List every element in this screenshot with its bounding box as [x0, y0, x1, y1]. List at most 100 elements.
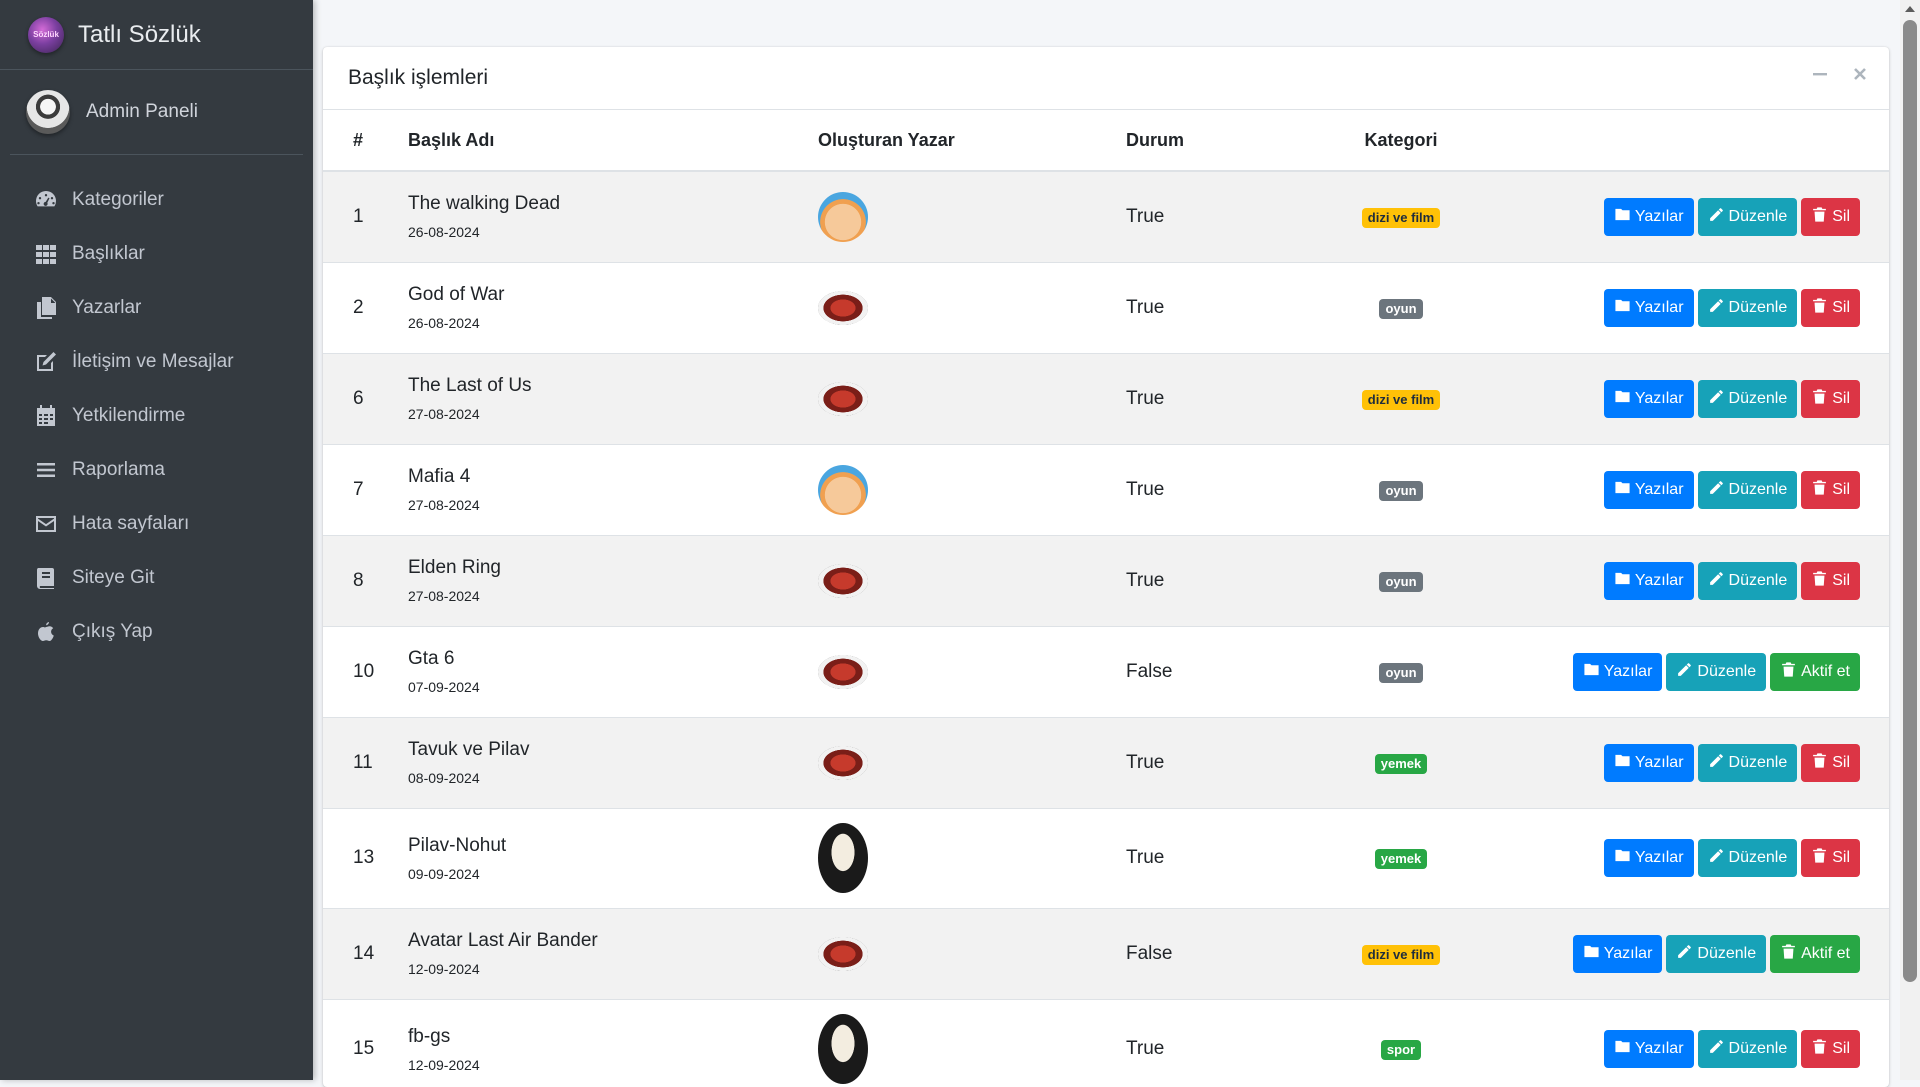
col-header-status: Durum [1126, 110, 1331, 172]
sidebar-item-yazarlar[interactable]: Yazarlar [0, 281, 313, 335]
posts-button[interactable]: Yazılar [1572, 652, 1663, 691]
row-date: 27-08-2024 [408, 406, 480, 422]
titles-table: # Başlık Adı Oluşturan Yazar Durum Kateg… [323, 110, 1889, 1087]
user-panel[interactable]: Admin Paneli [10, 70, 303, 155]
close-icon[interactable] [1851, 65, 1869, 83]
sidebar-item-yetkilendirme[interactable]: Yetkilendirme [0, 389, 313, 443]
row-author-cell [818, 998, 1126, 1087]
trash-icon [1811, 752, 1828, 774]
posts-button[interactable]: Yazılar [1572, 934, 1663, 973]
delete-button[interactable]: Sil [1801, 379, 1860, 418]
pencil-icon [1708, 570, 1725, 592]
delete-button[interactable]: Sil [1801, 561, 1860, 600]
posts-button[interactable]: Yazılar [1603, 197, 1694, 236]
row-status: True [1126, 170, 1331, 262]
sidebar: Sözlük Tatlı Sözlük Admin Paneli Kategor… [0, 0, 313, 1080]
trash-icon [1811, 847, 1828, 869]
delete-button[interactable]: Sil [1801, 197, 1860, 236]
edit-icon [34, 350, 58, 374]
edit-button[interactable]: Düzenle [1697, 561, 1798, 600]
table-row: 13 Pilav-Nohut 09-09-2024 True yemek Yazılar D… [323, 807, 1889, 908]
edit-button[interactable]: Düzenle [1697, 197, 1798, 236]
scrollbar[interactable] [1900, 0, 1920, 1080]
row-title-cell: fb-gs 12-09-2024 [408, 998, 818, 1087]
posts-button[interactable]: Yazılar [1603, 379, 1694, 418]
activate-button[interactable]: Aktif et [1770, 652, 1860, 691]
table-body: 1 The walking Dead 26-08-2024 True dizi ve f… [323, 170, 1889, 1087]
delete-button[interactable]: Sil [1801, 1030, 1860, 1069]
col-header-actions [1471, 110, 1889, 172]
list-icon [34, 458, 58, 482]
row-id: 14 [323, 907, 408, 999]
category-badge: spor [1380, 1040, 1422, 1061]
edit-button[interactable]: Düzenle [1697, 1030, 1798, 1069]
sidebar-item-cikis-yap[interactable]: Çıkış Yap [0, 605, 313, 659]
posts-button[interactable]: Yazılar [1603, 839, 1694, 877]
edit-button[interactable]: Düzenle [1697, 839, 1798, 877]
row-category-cell: dizi ve film [1331, 352, 1471, 444]
folder-icon [1614, 847, 1631, 869]
posts-button-label: Yazılar [1634, 849, 1684, 866]
author-avatar [818, 1014, 868, 1085]
edit-button[interactable]: Düzenle [1666, 934, 1767, 973]
row-id: 8 [323, 534, 408, 626]
sidebar-item-label: Raporlama [72, 459, 165, 480]
edit-button[interactable]: Düzenle [1697, 288, 1798, 327]
posts-button[interactable]: Yazılar [1603, 1030, 1694, 1069]
row-category-cell: yemek [1331, 716, 1471, 808]
edit-button[interactable]: Düzenle [1697, 379, 1798, 418]
delete-button[interactable]: Sil [1801, 743, 1860, 782]
sidebar-item-kategoriler[interactable]: Kategoriler [0, 173, 313, 227]
sidebar-item-iletisim[interactable]: İletişim ve Mesajlar [0, 335, 313, 389]
posts-button[interactable]: Yazılar [1603, 561, 1694, 600]
row-author-cell [818, 534, 1126, 626]
trash-icon [1811, 297, 1828, 319]
category-badge: dizi ve film [1361, 944, 1441, 965]
posts-button[interactable]: Yazılar [1603, 288, 1694, 327]
delete-button[interactable]: Sil [1801, 288, 1860, 327]
pencil-icon [1676, 943, 1693, 965]
row-author-cell [818, 443, 1126, 535]
row-actions: Yazılar Düzenle Sil [1471, 998, 1889, 1087]
category-badge: oyun [1379, 298, 1423, 319]
row-date: 09-09-2024 [408, 865, 480, 882]
category-badge: oyun [1379, 480, 1423, 501]
row-title: The walking Dead [408, 193, 561, 215]
brand-link[interactable]: Sözlük Tatlı Sözlük [0, 0, 313, 70]
table-row: 6 The Last of Us 27-08-2024 True dizi ve fil… [323, 352, 1889, 444]
edit-button-label: Düzenle [1697, 662, 1757, 680]
pencil-icon [1708, 847, 1725, 869]
author-avatar [818, 464, 868, 515]
row-category-cell: spor [1331, 998, 1471, 1087]
pencil-icon [1708, 479, 1725, 501]
activate-button-label: Aktif et [1801, 662, 1850, 680]
row-title: Elden Ring [408, 557, 501, 578]
row-title-cell: Gta 6 07-09-2024 [408, 625, 818, 717]
table-row: 8 Elden Ring 27-08-2024 True oyun Yazılar Düze… [323, 534, 1889, 626]
category-badge: yemek [1374, 849, 1428, 869]
row-id: 15 [323, 998, 408, 1087]
card-title: Başlık işlemleri [348, 66, 489, 89]
delete-button[interactable]: Sil [1801, 839, 1860, 877]
minus-icon[interactable] [1811, 65, 1829, 83]
posts-button[interactable]: Yazılar [1603, 470, 1694, 509]
row-status: True [1126, 352, 1331, 444]
card-tools [1811, 65, 1869, 83]
scroll-thumb[interactable] [1903, 20, 1917, 982]
category-badge: dizi ve film [1361, 389, 1441, 410]
sidebar-item-hata-sayfalari[interactable]: Hata sayfaları [0, 497, 313, 551]
sidebar-item-raporlama[interactable]: Raporlama [0, 443, 313, 497]
row-title-cell: Mafia 4 27-08-2024 [408, 443, 818, 535]
category-badge: yemek [1374, 753, 1428, 774]
row-title-cell: The walking Dead 26-08-2024 [408, 170, 818, 262]
sidebar-item-basliklar[interactable]: Başlıklar [0, 227, 313, 281]
delete-button[interactable]: Sil [1801, 470, 1860, 509]
sidebar-item-siteye-git[interactable]: Siteye Git [0, 551, 313, 605]
edit-button[interactable]: Düzenle [1697, 470, 1798, 509]
activate-button[interactable]: Aktif et [1770, 934, 1860, 973]
edit-button[interactable]: Düzenle [1697, 743, 1798, 782]
posts-button[interactable]: Yazılar [1603, 743, 1694, 782]
scroll-up-arrow-icon[interactable] [1905, 6, 1915, 12]
table-row: 10 Gta 6 07-09-2024 False oyun Yazılar Düzenle… [323, 625, 1889, 717]
edit-button[interactable]: Düzenle [1666, 652, 1767, 691]
